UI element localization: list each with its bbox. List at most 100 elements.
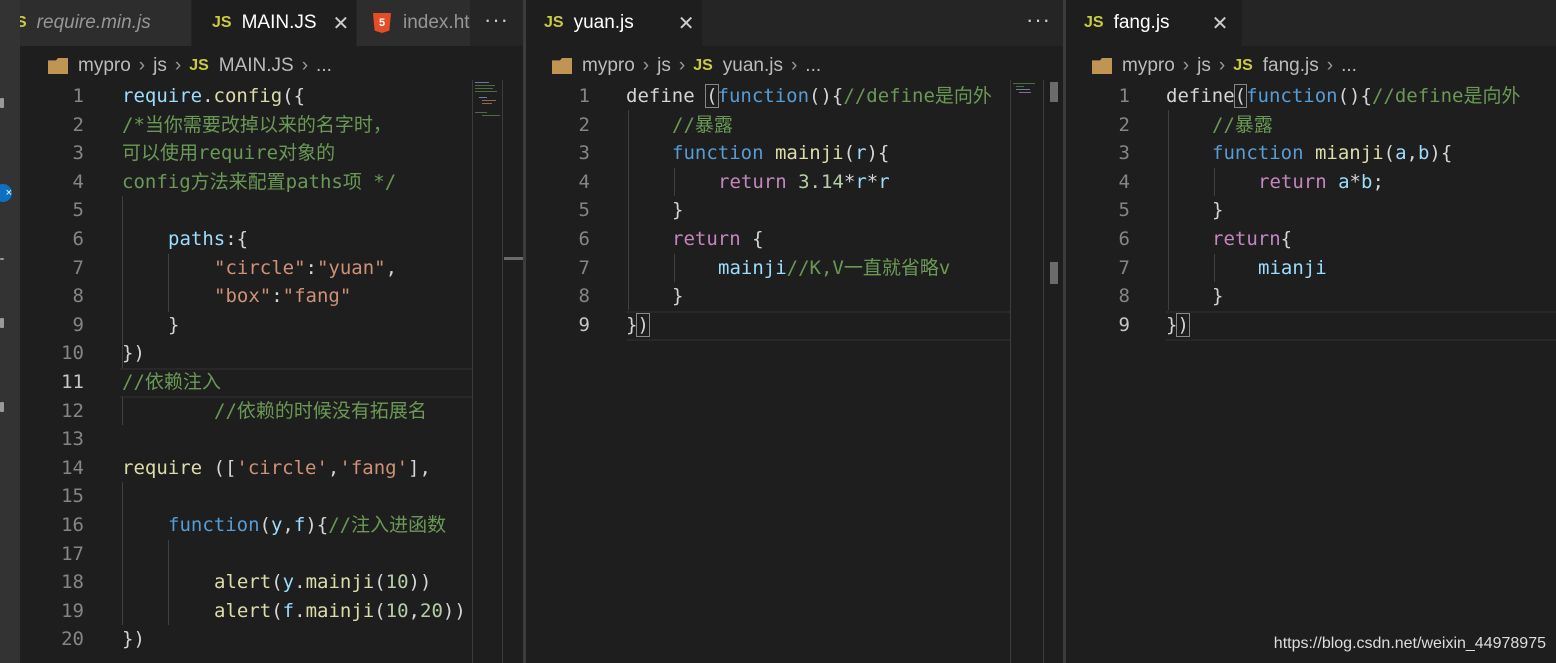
code-line[interactable]: 2 //暴露 xyxy=(526,111,1063,140)
minimap[interactable] xyxy=(473,82,503,122)
code-line[interactable]: 10}) xyxy=(20,339,523,368)
tab-label: MAIN.JS xyxy=(241,12,317,33)
code-line[interactable]: 11 //依赖注入 xyxy=(20,368,523,397)
code-line[interactable]: 9}) xyxy=(1066,311,1556,340)
breadcrumb-item[interactable]: js xyxy=(153,55,167,77)
code-line[interactable]: 6 paths:{ xyxy=(20,225,523,254)
close-icon[interactable]: ✕ xyxy=(333,11,350,36)
line-number: 8 xyxy=(72,285,84,308)
code-line[interactable]: 8 "box":"fang" xyxy=(20,282,523,311)
tab-fang-js[interactable]: JS fang.js ✕ xyxy=(1066,0,1242,46)
code-text: //依赖的时候没有拓展名 xyxy=(214,399,427,422)
tab-label: index.ht xyxy=(403,12,470,33)
js-file-icon: JS xyxy=(544,14,564,31)
code-line[interactable]: 12 //依赖的时候没有拓展名 xyxy=(20,397,523,426)
line-number: 19 xyxy=(61,599,84,622)
line-number: 1 xyxy=(72,85,84,107)
line-number: 1 xyxy=(1118,85,1130,107)
html5-icon: 5 xyxy=(373,13,391,33)
code-text: return a*b; xyxy=(1258,170,1384,193)
activity-icon[interactable] xyxy=(0,318,4,328)
line-number: 9 xyxy=(578,313,590,336)
js-file-icon: JS xyxy=(189,57,209,74)
breadcrumb-item[interactable]: ... xyxy=(316,55,332,77)
code-line[interactable]: 8} xyxy=(1066,282,1556,311)
chevron-right-icon: › xyxy=(1326,55,1334,76)
activity-icon[interactable] xyxy=(0,402,4,412)
tab-index-html[interactable]: 5 index.ht xyxy=(357,0,470,46)
activity-icon[interactable] xyxy=(0,98,4,108)
code-line[interactable]: 5 xyxy=(20,196,523,225)
breadcrumb-item[interactable]: mypro xyxy=(78,55,131,77)
code-line[interactable]: 7 mianji xyxy=(1066,254,1556,283)
line-number: 4 xyxy=(72,170,84,193)
breadcrumb-item[interactable]: mypro xyxy=(1122,55,1175,77)
code-line[interactable]: 7 mainji//K,V一直就省略v xyxy=(526,254,1063,283)
minimap[interactable] xyxy=(1011,82,1043,102)
breadcrumb: mypro › js › JS fang.js › ... xyxy=(1092,52,1357,80)
code-line[interactable]: 3 function mianji(a,b){ xyxy=(1066,139,1556,168)
js-file-icon: JS xyxy=(1233,57,1253,74)
code-line[interactable]: 9} xyxy=(20,311,523,340)
code-line[interactable]: 17 xyxy=(20,540,523,569)
line-number: 3 xyxy=(578,142,590,165)
breadcrumb-item[interactable]: js xyxy=(657,55,671,77)
code-line[interactable]: 1 define (function(){//define是向外 xyxy=(526,82,1063,111)
code-text: //暴露 xyxy=(1212,113,1273,136)
code-text: config方法来配置paths项 */ xyxy=(122,170,397,193)
breadcrumb-item[interactable]: MAIN.JS xyxy=(219,55,294,77)
breadcrumb-item[interactable]: yuan.js xyxy=(723,55,783,77)
tab-bar: JS yuan.js ✕ ··· xyxy=(526,0,1063,46)
line-number: 16 xyxy=(61,514,84,536)
more-actions-icon[interactable]: ··· xyxy=(1026,0,1051,46)
breadcrumb-item[interactable]: ... xyxy=(805,55,821,77)
activity-icon[interactable] xyxy=(0,258,4,260)
code-line[interactable]: 4 return 3.14*r*r xyxy=(526,168,1063,197)
code-line[interactable]: 2 //暴露 xyxy=(1066,111,1556,140)
code-line[interactable]: 18 alert(y.mainji(10)) xyxy=(20,568,523,597)
code-line[interactable]: 15 xyxy=(20,482,523,511)
code-line[interactable]: 6 return { xyxy=(526,225,1063,254)
breadcrumb: mypro › js › JS yuan.js › ... xyxy=(552,52,821,80)
code-line[interactable]: 5} xyxy=(526,196,1063,225)
close-icon[interactable]: ✕ xyxy=(678,11,695,36)
editor-pane-main: S require.min.js JS MAIN.JS ✕ 5 index.ht… xyxy=(20,0,523,663)
line-number: 17 xyxy=(61,542,84,565)
code-line[interactable]: 3 可以使用require对象的 xyxy=(20,139,523,168)
code-line[interactable]: 7 "circle":"yuan", xyxy=(20,254,523,283)
tab-yuan-js[interactable]: JS yuan.js ✕ xyxy=(526,0,702,46)
code-text: function(y,f){//注入进函数 xyxy=(168,514,447,536)
code-line[interactable]: 13 xyxy=(20,425,523,454)
code-line[interactable]: 19 alert(f.mainji(10,20)) xyxy=(20,597,523,626)
tab-require-min-js[interactable]: S require.min.js xyxy=(20,0,191,46)
code-text: }) xyxy=(122,628,145,651)
breadcrumb-item[interactable]: fang.js xyxy=(1263,55,1319,77)
chevron-right-icon: › xyxy=(678,55,686,76)
code-line[interactable]: 2 /*当你需要改掉以来的名字时， xyxy=(20,111,523,140)
code-line[interactable]: 4 config方法来配置paths项 */ xyxy=(20,168,523,197)
code-text: mainji//K,V一直就省略v xyxy=(718,256,951,279)
breadcrumb-item[interactable]: mypro xyxy=(582,55,635,77)
code-text: alert(f.mainji(10,20)) xyxy=(214,599,466,622)
code-line[interactable]: 20}) xyxy=(20,625,523,654)
close-icon[interactable]: ✕ xyxy=(1212,11,1229,36)
line-number: 6 xyxy=(72,228,84,250)
code-line[interactable]: 3 function mainji(r){ xyxy=(526,139,1063,168)
js-file-icon: JS xyxy=(693,57,713,74)
line-number: 20 xyxy=(61,628,84,651)
more-actions-icon[interactable]: ··· xyxy=(484,0,509,46)
breadcrumb-item[interactable]: js xyxy=(1197,55,1211,77)
line-number: 5 xyxy=(72,199,84,222)
code-text: }) xyxy=(1166,312,1190,337)
breadcrumb-item[interactable]: ... xyxy=(1341,55,1357,77)
code-line[interactable]: 14 require (['circle','fang'], xyxy=(20,454,523,483)
code-line[interactable]: 1 require.config({ xyxy=(20,82,523,111)
code-line[interactable]: 1 define(function(){//define是向外 xyxy=(1066,82,1556,111)
code-line[interactable]: 5} xyxy=(1066,196,1556,225)
code-line[interactable]: 16 function(y,f){//注入进函数 xyxy=(20,511,523,540)
code-line[interactable]: 6 return{ xyxy=(1066,225,1556,254)
tab-main-js[interactable]: JS MAIN.JS ✕ xyxy=(192,0,356,46)
code-line[interactable]: 4 return a*b; xyxy=(1066,168,1556,197)
code-line[interactable]: 8} xyxy=(526,282,1063,311)
code-line[interactable]: 9}) xyxy=(526,311,1063,340)
